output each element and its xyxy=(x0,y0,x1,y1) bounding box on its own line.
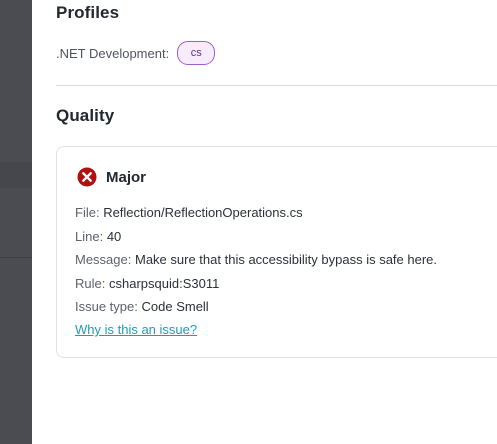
issue-line: Line: 40 xyxy=(75,229,121,244)
issue-card: Major File: Reflection/ReflectionOperati… xyxy=(56,146,497,358)
line-key: Line: xyxy=(75,229,104,244)
profile-label: .NET Development: xyxy=(56,45,170,61)
message-key: Message: xyxy=(75,252,132,267)
quality-heading: Quality xyxy=(56,106,115,125)
profile-row: .NET Development: cs xyxy=(56,41,216,65)
line-value: 40 xyxy=(106,229,122,244)
backdrop-band xyxy=(0,162,32,188)
backdrop-overlay[interactable] xyxy=(0,0,32,444)
issue-message: Message: Make sure that this accessibili… xyxy=(75,252,437,267)
issue-details-panel: Profiles .NET Development: cs Quality Ma… xyxy=(32,0,497,444)
issue-file: File: Reflection/ReflectionOperations.cs xyxy=(75,205,303,220)
rule-key: Rule: xyxy=(75,276,106,291)
rule-value: csharpsquid:S3011 xyxy=(108,276,220,291)
why-issue-link[interactable]: Why is this an issue? xyxy=(75,322,197,337)
issue-rule: Rule: csharpsquid:S3011 xyxy=(75,276,219,291)
severity-label: Major xyxy=(106,168,147,186)
severity-row: Major xyxy=(77,167,146,187)
profiles-heading: Profiles xyxy=(56,3,120,22)
type-value: Code Smell xyxy=(141,299,209,314)
file-key: File: xyxy=(75,205,100,220)
profile-language-badge[interactable]: cs xyxy=(177,41,216,65)
backdrop-divider xyxy=(0,257,32,258)
type-key: Issue type: xyxy=(75,299,138,314)
error-x-circle-icon xyxy=(77,167,97,187)
section-divider xyxy=(56,85,497,86)
screen: Profiles .NET Development: cs Quality Ma… xyxy=(0,0,497,444)
message-value: Make sure that this accessibility bypass… xyxy=(135,252,438,267)
issue-type: Issue type: Code Smell xyxy=(75,299,209,314)
file-value: Reflection/ReflectionOperations.cs xyxy=(103,205,303,220)
